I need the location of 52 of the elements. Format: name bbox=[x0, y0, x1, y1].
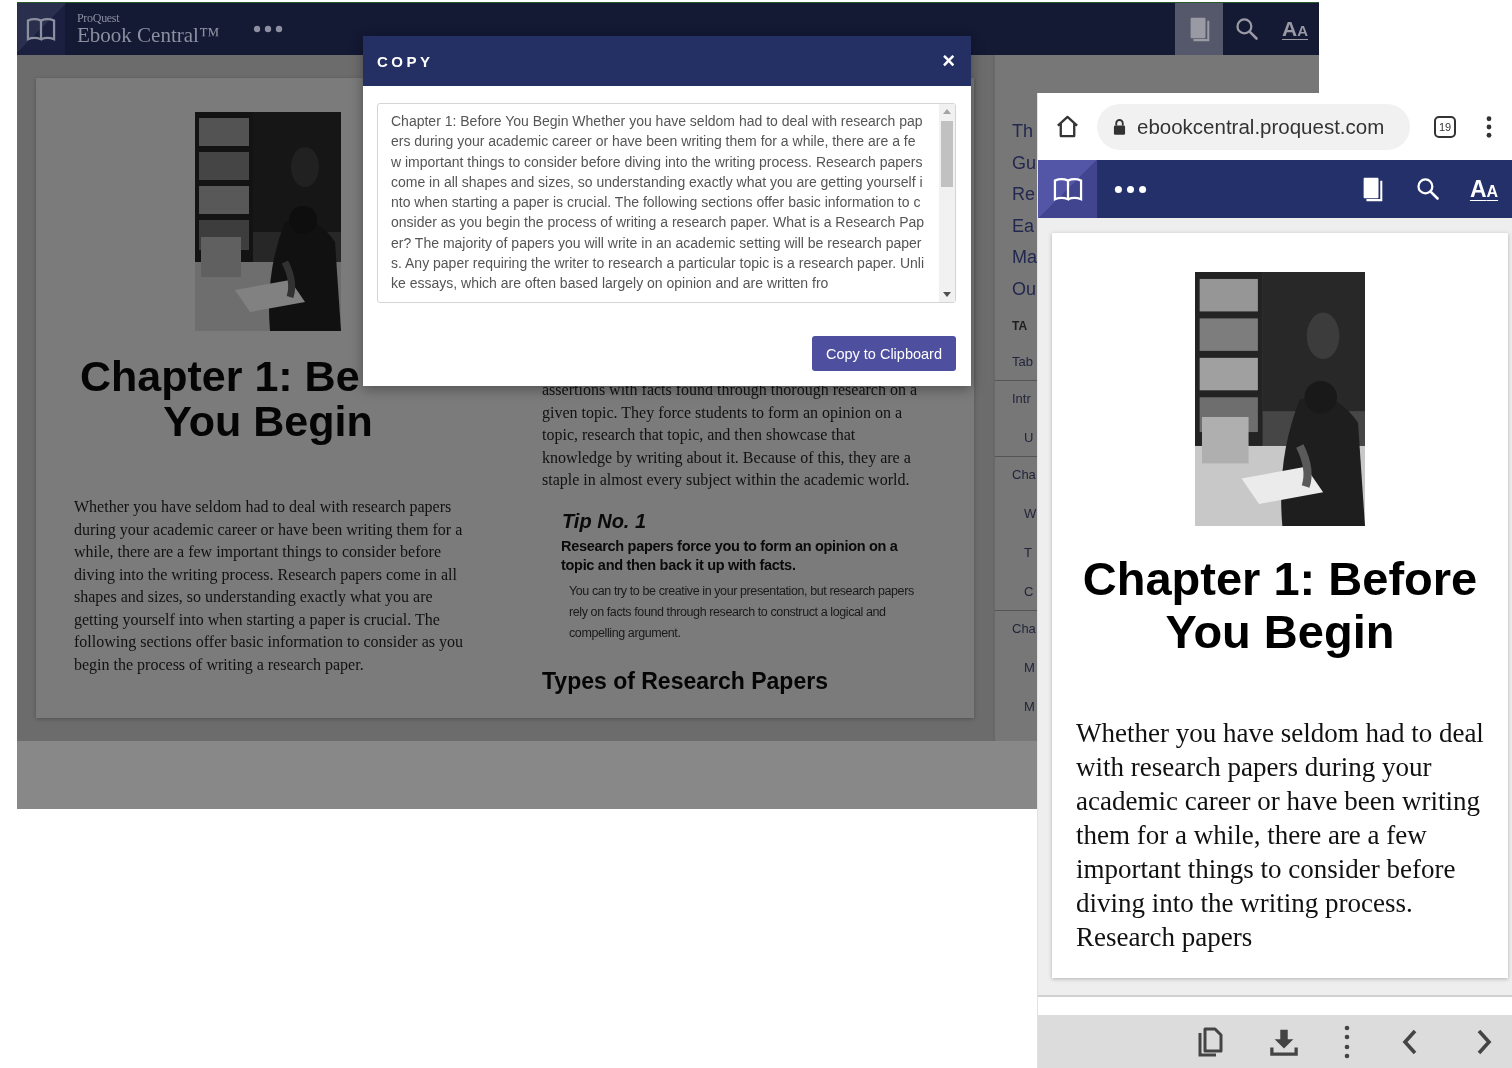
toc-heading: TA bbox=[1012, 319, 1028, 333]
open-book-icon bbox=[1051, 175, 1084, 203]
book-title: Ea bbox=[1012, 214, 1035, 238]
chapter-title: Chapter 1: Before bbox=[1082, 552, 1478, 605]
logo-tile[interactable] bbox=[17, 3, 65, 55]
scrollbar[interactable] bbox=[939, 104, 955, 302]
text-size-button[interactable]: AA bbox=[1271, 3, 1319, 55]
chapter-title: You Begin bbox=[163, 399, 374, 444]
copy-icon[interactable] bbox=[1196, 1026, 1224, 1057]
body-paragraph: Whether you have seldom had to deal with research papers during your academic career or have been writing them for a while, there are a few important things to consider before diving into the writing process. Research papers come in all shapes and sizes, so understanding exactly what you are getting yourself into when starting a paper is crucial. The following sections offer basic information to consider as you begin the process of writing a research paper. bbox=[74, 497, 464, 676]
tab-count-button[interactable]: 19 bbox=[1434, 115, 1456, 138]
tip-heading: Research papers force you to form an opinion on a topic and then back it up with facts. bbox=[561, 536, 899, 575]
more-icon[interactable] bbox=[1344, 1024, 1350, 1059]
tip-text: You can try to be creative in your presentation, but research papers rely on facts found through research to construct a logical and compelling argument. bbox=[569, 582, 915, 642]
toc-item[interactable]: Intr bbox=[1012, 389, 1031, 409]
toc-item[interactable]: Cha bbox=[1012, 619, 1036, 639]
lock-icon bbox=[1113, 118, 1126, 135]
brand-small: ProQuest bbox=[77, 12, 121, 24]
book-title: Gu bbox=[1012, 151, 1036, 175]
toc-item[interactable]: Cha bbox=[1012, 465, 1036, 485]
body-paragraph: Whether you have seldom had to deal with research papers during your academic career or have been writing them for a while, there are a few important things to consider before diving into the writing process. Research papers bbox=[1076, 717, 1485, 954]
home-icon[interactable] bbox=[1055, 114, 1080, 139]
toc-item[interactable]: Tab bbox=[1012, 352, 1033, 372]
more-icon[interactable] bbox=[1114, 184, 1147, 194]
more-icon[interactable] bbox=[253, 25, 284, 33]
dialog-title: COPY bbox=[377, 52, 434, 70]
toc-item[interactable]: W bbox=[1024, 504, 1037, 524]
copy-to-clipboard-button[interactable]: Copy to Clipboard bbox=[811, 336, 956, 371]
book-title: Ou bbox=[1012, 277, 1036, 301]
close-button[interactable]: × bbox=[940, 50, 957, 72]
toc-item[interactable]: C bbox=[1024, 582, 1034, 602]
address-bar[interactable]: ebookcentral.proquest.com bbox=[1097, 103, 1410, 150]
more-icon[interactable] bbox=[1486, 115, 1492, 138]
logo-tile[interactable] bbox=[1038, 160, 1097, 218]
tip-label: Tip No. 1 bbox=[562, 509, 648, 533]
url-text: ebookcentral.proquest.com bbox=[1137, 114, 1385, 139]
book-title: Th bbox=[1012, 120, 1033, 143]
toc-item[interactable]: U bbox=[1024, 428, 1034, 448]
search-icon[interactable] bbox=[1415, 175, 1441, 203]
toc-item[interactable]: M bbox=[1024, 697, 1035, 717]
book-title: Ma bbox=[1012, 246, 1037, 269]
search-icon[interactable] bbox=[1234, 15, 1260, 43]
copy-text-field[interactable]: Chapter 1: Before You Begin Whether you have seldom had to deal with research papers during your academic career or have been writing them for a while, there are a few important things to consider before diving into the writing process. Research papers come in all shapes and sizes, so understanding exactly what you are getting yourself into when starting a paper is crucial. The following sections offer basic information to consider as you begin the process of writing a research paper. What is a Research Paper? The majority of papers you will write in an academic setting will be research papers. Any paper requiring the writer to research a particular topic is a research paper. Unlike essays, which are often based largely on opinion and are written fro bbox=[377, 103, 956, 303]
toc-item[interactable]: T bbox=[1024, 543, 1032, 563]
text-size-button[interactable]: AA bbox=[1458, 160, 1510, 218]
section-heading: Types of Research Papers bbox=[542, 667, 829, 695]
toc-item[interactable]: M bbox=[1024, 658, 1035, 678]
chapter-title: You Begin bbox=[1164, 605, 1396, 658]
book-title: Re bbox=[1012, 183, 1035, 206]
chapter-title: Chapter 1: Be bbox=[79, 354, 361, 399]
brand-name: Ebook Central™ bbox=[77, 25, 220, 46]
open-book-icon bbox=[25, 15, 57, 43]
